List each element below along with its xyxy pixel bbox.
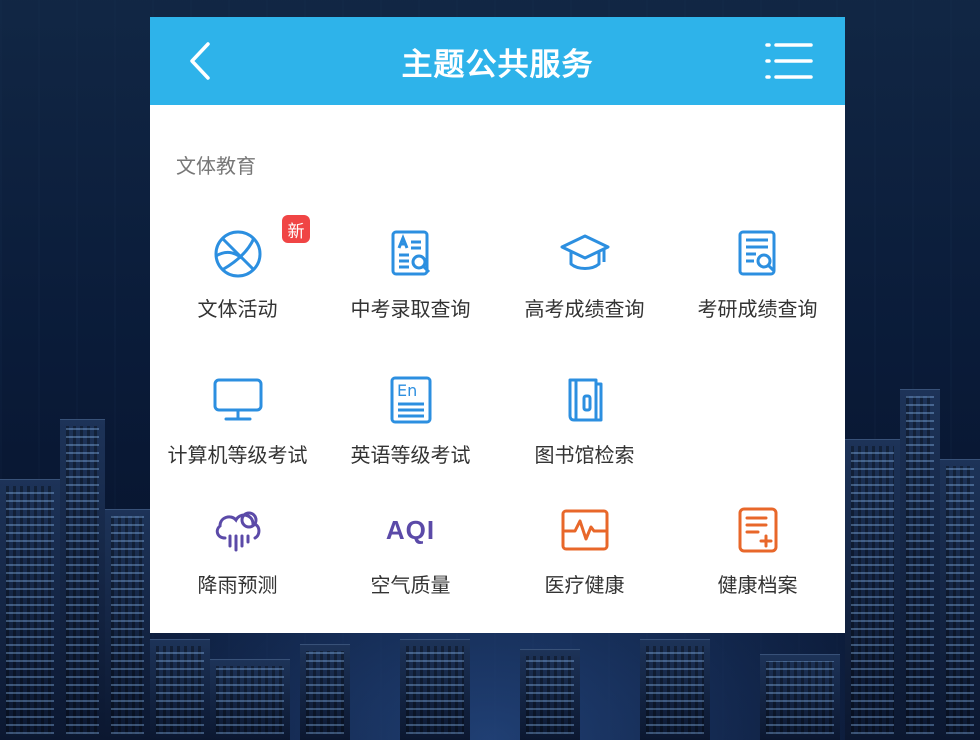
library-book-icon <box>558 373 612 427</box>
building <box>210 659 290 740</box>
building <box>400 639 470 740</box>
service-item-rain[interactable]: 降雨预测 <box>151 503 324 613</box>
service-label: 高考成绩查询 <box>524 297 645 321</box>
service-label: 英语等级考试 <box>350 443 471 467</box>
service-item-aqi[interactable]: AQI 空气质量 <box>324 503 497 613</box>
building <box>150 639 210 740</box>
service-item-health-record[interactable]: 健康档案 <box>671 503 844 613</box>
basketball-icon <box>211 227 265 281</box>
rain-cloud-icon <box>211 503 265 557</box>
building <box>105 509 150 740</box>
service-item-medical[interactable]: 医疗健康 <box>498 503 671 613</box>
health-record-icon <box>731 503 785 557</box>
building <box>300 644 350 740</box>
building <box>845 439 900 740</box>
english-book-icon: En <box>384 373 438 427</box>
service-label: 文体活动 <box>197 297 278 321</box>
service-label: 健康档案 <box>717 573 798 597</box>
service-label: 考研成绩查询 <box>697 297 818 321</box>
service-label: 降雨预测 <box>197 573 278 597</box>
service-item-gaokao[interactable]: 高考成绩查询 <box>498 227 671 337</box>
service-label: 医疗健康 <box>544 573 625 597</box>
service-label: 计算机等级考试 <box>167 443 308 467</box>
service-item-english-exam[interactable]: En 英语等级考试 <box>324 373 497 483</box>
building <box>520 649 580 740</box>
service-panel: 主题公共服务 文体教育 文体活动 新 中考录取查询 高考成绩查询 考研成绩查询 … <box>150 17 845 633</box>
building <box>940 459 980 740</box>
building <box>640 639 710 740</box>
report-search-icon <box>731 227 785 281</box>
building <box>900 389 940 740</box>
service-item-computer-exam[interactable]: 计算机等级考试 <box>151 373 324 483</box>
service-item-library[interactable]: 图书馆检索 <box>498 373 671 483</box>
service-item-sports[interactable]: 文体活动 <box>151 227 324 337</box>
building <box>60 419 105 740</box>
building <box>760 654 840 740</box>
service-item-kaoyan[interactable]: 考研成绩查询 <box>671 227 844 337</box>
aqi-icon: AQI <box>384 503 438 557</box>
aqi-text: AQI <box>385 514 436 545</box>
service-label: 空气质量 <box>370 573 451 597</box>
service-label: 图书馆检索 <box>534 443 635 467</box>
service-grid: 文体活动 新 中考录取查询 高考成绩查询 考研成绩查询 计算机等级考试 En 英… <box>150 17 845 633</box>
heartbeat-monitor-icon <box>558 503 612 557</box>
service-item-zhongkao[interactable]: 中考录取查询 <box>324 227 497 337</box>
service-label: 中考录取查询 <box>350 297 471 321</box>
monitor-icon <box>211 373 265 427</box>
svg-text:En: En <box>397 381 417 400</box>
document-search-icon <box>384 227 438 281</box>
building <box>0 479 60 740</box>
new-badge: 新 <box>282 215 310 243</box>
graduation-cap-icon <box>558 227 612 281</box>
